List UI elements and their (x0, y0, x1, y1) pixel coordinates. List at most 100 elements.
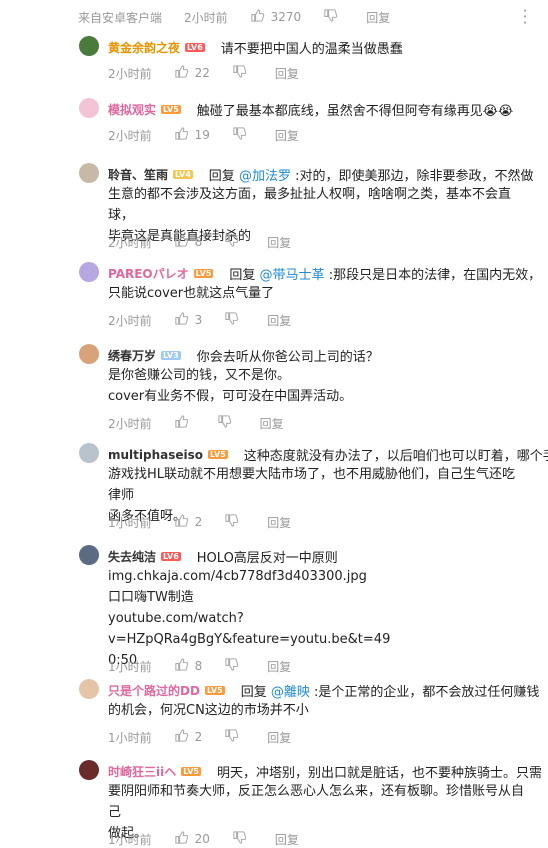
like-button[interactable]: 3 (174, 311, 202, 329)
reply-button[interactable]: 回复 (275, 127, 299, 144)
comment-footer: 1小时前 20 回复 (108, 830, 321, 848)
like-button[interactable]: 8 (174, 657, 203, 675)
thumbs-down-icon (217, 414, 232, 432)
comment-header: 时崎狂三iiヘ LV5 明天，冲塔别，别出口就是脏话，也不要种族骑士。只需 (108, 762, 542, 781)
comment-time: 2小时前 (108, 235, 152, 250)
like-button[interactable]: 22 (174, 64, 210, 82)
comment-footer: 1小时前 2 回复 (108, 513, 313, 531)
username[interactable]: 失去纯洁 (108, 548, 156, 565)
avatar[interactable] (79, 262, 99, 282)
comment-header: 失去纯洁 LV6 HOLO高层反对一中原则 (108, 547, 338, 566)
comment-text-lead: 明天，冲塔别，别出口就是脏话，也不要种族骑士。只需 (217, 762, 542, 781)
comment-text-lead: 这种态度就没有办法了，以后咱们也可以盯着，哪个手 (244, 445, 548, 464)
dislike-button[interactable] (224, 513, 245, 531)
like-count: 8 (194, 659, 203, 673)
thumbs-down-icon (224, 513, 239, 531)
avatar[interactable] (79, 679, 99, 699)
level-badge: LV6 (161, 552, 181, 561)
like-count: 8 (194, 235, 203, 249)
username[interactable]: multiphaseiso (108, 448, 203, 462)
thumbs-up-icon (174, 657, 189, 675)
avatar[interactable] (79, 36, 99, 56)
mention-link[interactable]: @加法罗 (239, 169, 291, 184)
dislike-button[interactable] (224, 657, 245, 675)
comment-time: 2小时前 (108, 313, 152, 328)
username[interactable]: 模拟观实 (108, 101, 156, 118)
more-options-icon[interactable]: · · · (520, 3, 530, 31)
comment-footer: 2小时前 回复 (108, 414, 306, 432)
previous-comment-footer: 来自安卓客户端 2小时前 3270 回复 · · · (0, 0, 548, 36)
dislike-button[interactable] (224, 311, 245, 329)
username[interactable]: 只是个路过的DD (108, 682, 200, 699)
avatar[interactable] (79, 344, 99, 364)
reply-button[interactable]: 回复 (366, 9, 390, 26)
dislike-button[interactable] (323, 8, 344, 26)
reply-button[interactable]: 回复 (267, 312, 291, 329)
thumbs-up-icon (174, 233, 189, 251)
comment-text-start: 请不要把中国人的温柔当做愚蠢 (220, 42, 403, 57)
comment-text-lead: 你会去听从你爸公司上司的话？ (197, 346, 379, 365)
username[interactable]: 黄金余韵之夜 (108, 39, 180, 56)
comment-time: 2小时前 (108, 128, 152, 143)
comment-line: 只能说cover也就这点气量了 (108, 286, 275, 301)
reply-button[interactable]: 回复 (275, 831, 299, 848)
level-badge: LV5 (181, 767, 201, 776)
like-button[interactable]: 2 (174, 513, 202, 531)
like-button[interactable]: 20 (174, 830, 210, 848)
like-count: 19 (194, 128, 210, 142)
avatar[interactable] (79, 98, 99, 118)
avatar[interactable] (79, 545, 99, 565)
reply-button[interactable]: 回复 (267, 729, 291, 746)
avatar[interactable] (79, 443, 99, 463)
thumbs-up-icon (250, 8, 265, 26)
comment-text: 的机会，何况CN这边的市场并不小 (108, 700, 526, 721)
mention-link[interactable]: @離映 (271, 685, 310, 700)
level-badge: LV5 (204, 686, 225, 695)
level-badge: LV5 (208, 450, 228, 459)
dislike-button[interactable] (224, 233, 245, 251)
dislike-button[interactable] (232, 126, 253, 144)
mention-link[interactable]: @带马士革 (260, 268, 325, 283)
avatar[interactable] (79, 163, 99, 183)
like-button[interactable]: 3270 (250, 8, 301, 26)
like-button[interactable]: 8 (174, 233, 203, 251)
comment-header: multiphaseiso LV5 这种态度就没有办法了，以后咱们也可以盯着，哪个手 (108, 445, 548, 465)
comment-line: 口口嗨TW制造 (108, 590, 194, 605)
comment-line: 的机会，何况CN这边的市场并不小 (108, 703, 309, 718)
thumbs-down-icon (232, 126, 247, 144)
dislike-button[interactable] (224, 728, 245, 746)
level-badge: LV6 (185, 43, 205, 52)
dislike-button[interactable] (217, 414, 238, 432)
thumbs-up-icon (174, 513, 189, 531)
comment-text-lead: 请不要把中国人的温柔当做愚蠢 (221, 38, 403, 57)
comment-footer: 2小时前 22 回复 (108, 64, 321, 82)
comment-time: 1小时前 (108, 659, 152, 674)
comment-time: 2小时前 (108, 66, 152, 81)
username[interactable]: 聆音、笙雨 (108, 166, 168, 183)
comment-line: 是你爸赚公司的钱，又不是你。 (108, 368, 291, 383)
username[interactable]: 时崎狂三iiヘ (108, 763, 176, 780)
dislike-button[interactable] (232, 64, 253, 82)
comment-text-start: HOLO高层反对一中原则 (196, 551, 338, 566)
avatar[interactable] (79, 760, 99, 780)
username[interactable]: 绣春万岁 (108, 347, 156, 364)
comment-text-start: 触碰了最基本都底线，虽然舍不得但阿夸有缘再见😭😭 (196, 104, 514, 119)
reply-button[interactable]: 回复 (267, 234, 291, 251)
like-button[interactable] (174, 414, 195, 432)
comment-header: 模拟观实 LV5 触碰了最基本都底线，虽然舍不得但阿夸有缘再见😭😭 (108, 100, 513, 119)
reply-button[interactable]: 回复 (267, 514, 291, 531)
reply-button[interactable]: 回复 (260, 415, 284, 432)
comment-time: 2小时前 (184, 10, 228, 25)
dislike-button[interactable] (232, 830, 253, 848)
thumbs-down-icon (224, 233, 239, 251)
comment-text-continuation: :是个正常的企业，都不会放过任何赚钱 (309, 685, 540, 700)
reply-button[interactable]: 回复 (267, 658, 291, 675)
username[interactable]: PAREOパレオ (108, 265, 189, 282)
comment-text-lead: 触碰了最基本都底线，虽然舍不得但阿夸有缘再见😭😭 (197, 100, 513, 119)
like-button[interactable]: 2 (174, 728, 202, 746)
like-button[interactable]: 19 (174, 126, 210, 144)
reply-button[interactable]: 回复 (275, 65, 299, 82)
thumbs-down-icon (224, 657, 239, 675)
comment-text-start: 回复 (229, 268, 256, 283)
thumbs-up-icon (174, 414, 189, 432)
